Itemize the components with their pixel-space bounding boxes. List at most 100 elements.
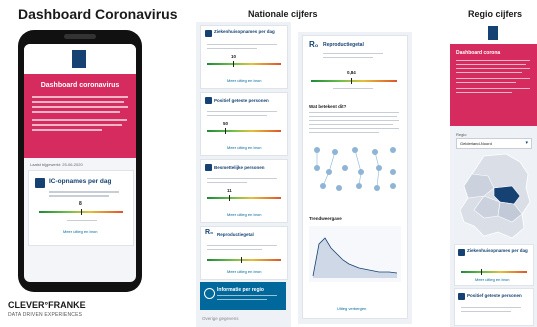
text-line	[309, 120, 399, 121]
card-title: Ziekenhuisopnames per dag	[214, 29, 275, 34]
card-title: Positief geteste personen	[214, 98, 269, 103]
hero-text-line	[456, 78, 530, 79]
text-line	[217, 299, 267, 300]
card-value: 50	[223, 121, 229, 126]
card-link[interactable]: Meer uitleg en bron	[227, 145, 261, 150]
ic-scale-marker	[81, 209, 82, 215]
card-link[interactable]: Meer uitleg en bron	[475, 277, 509, 282]
text-line	[309, 124, 393, 125]
regio-hero-title: Dashboard corona	[456, 50, 501, 56]
text-line	[207, 249, 262, 250]
text-line	[207, 182, 247, 183]
scale-marker	[351, 78, 352, 84]
phone-logo-bar	[24, 44, 136, 74]
right-title: Regio cijfers	[468, 9, 523, 19]
hero-text-line	[456, 72, 522, 73]
hero-text-line	[32, 106, 128, 108]
text-line	[207, 115, 267, 116]
wat-betekent-dit: Wat betekent dit?	[309, 104, 347, 109]
spread-illustration	[314, 147, 396, 191]
reproductie-detail-card: R₀ Reproductiegetal 0,84 Wat betekent di…	[302, 35, 408, 319]
trend-title: Trendweergave	[309, 216, 342, 221]
card-value: 11	[227, 188, 232, 193]
text-line	[49, 191, 119, 193]
info-card-title: Informatie per regio	[217, 287, 264, 293]
scale-bar	[311, 80, 397, 82]
map-pin-icon	[204, 288, 215, 299]
regio-hero: Dashboard corona	[450, 44, 537, 126]
people-icon	[205, 164, 212, 171]
overige-gegevens[interactable]: Overige gegevens	[202, 316, 239, 321]
phone-hero-title: Dashboard coronavirus	[40, 82, 120, 89]
text-line	[461, 311, 511, 312]
regio-select-value: Gelderland-Noord	[460, 141, 492, 146]
r-icon: R₀	[205, 229, 214, 236]
text-line	[309, 128, 399, 129]
clever-franke-logo: CLEVER°FRANKE	[8, 300, 86, 310]
r-icon: R₀	[309, 40, 319, 49]
text-line	[207, 48, 257, 49]
text-line	[67, 220, 97, 221]
national-right-panel: R₀ Reproductiegetal 0,84 Wat betekent di…	[298, 32, 412, 324]
rijksoverheid-logo-icon	[488, 26, 498, 40]
hospital-icon	[458, 249, 465, 256]
regio-card2-title: Positief geteste personen	[467, 293, 522, 298]
text-line	[309, 112, 399, 113]
hospital-icon	[205, 30, 212, 37]
text-line	[323, 57, 373, 58]
regio-logo-bar	[450, 22, 537, 44]
netherlands-map[interactable]	[454, 152, 534, 242]
ic-bed-icon	[35, 178, 45, 188]
hero-text-line	[32, 129, 102, 131]
regio-select[interactable]: Gelderland-Noord ▾	[456, 138, 532, 149]
ic-card-title: IC-opnames per dag	[49, 178, 112, 185]
phone-hero: Dashboard coronavirus	[24, 74, 136, 158]
national-card-reproductie: R₀ Reproductiegetal Meer uitleg en bron	[200, 226, 288, 280]
scale-bar	[207, 130, 281, 132]
ic-card-link[interactable]: Meer uitleg en bron	[63, 229, 97, 234]
chevron-down-icon: ▾	[525, 140, 528, 146]
card-value: 10	[231, 54, 237, 59]
hero-text-line	[32, 111, 120, 113]
phone-ic-card: IC-opnames per dag 8 Meer uitleg en bron	[28, 170, 134, 246]
left-title: Dashboard Coronavirus	[18, 6, 178, 22]
card-title: Reproductiegetal	[217, 232, 254, 237]
hero-text-line	[456, 92, 512, 93]
hero-text-line	[32, 101, 124, 103]
text-line	[309, 132, 379, 133]
text-line	[207, 178, 277, 179]
rijksoverheid-logo-icon	[72, 50, 86, 68]
text-line	[207, 245, 277, 246]
hero-text-line	[32, 124, 122, 126]
ic-card-value: 8	[79, 201, 82, 207]
national-card-ziekenhuis: Ziekenhuisopnames per dag 10 Meer uitleg…	[200, 25, 288, 89]
uitleg-verbergen-link[interactable]: Uitleg verbergen	[337, 306, 366, 311]
hero-text-line	[456, 60, 530, 61]
scale-marker	[481, 269, 482, 275]
middle-title: Nationale cijfers	[248, 9, 318, 19]
hero-text-line	[456, 64, 526, 65]
card-link[interactable]: Meer uitleg en bron	[227, 269, 261, 274]
text-line	[461, 307, 521, 308]
scale-bar	[207, 259, 281, 261]
card-link[interactable]: Meer uitleg en bron	[227, 78, 261, 83]
detail-title: Reproductiegetal	[323, 42, 364, 48]
virus-icon	[458, 293, 465, 300]
scale-marker	[233, 61, 234, 67]
regio-select-label: Regio	[456, 132, 467, 137]
trend-chart	[309, 226, 401, 282]
card-link[interactable]: Meer uitleg en bron	[227, 212, 261, 217]
scale-bar	[207, 197, 281, 199]
hero-text-line	[32, 96, 128, 98]
clever-franke-tagline: DATA DRIVEN EXPERIENCES	[8, 312, 83, 318]
regio-card-ziekenhuis: Ziekenhuisopnames per dag Meer uitleg en…	[454, 244, 534, 286]
text-line	[217, 295, 277, 296]
hero-text-line	[456, 82, 516, 83]
national-card-besmettelijk: Besmettelijke personen 11 Meer uitleg en…	[200, 159, 288, 223]
scale-bar	[207, 63, 281, 65]
regio-card1-title: Ziekenhuisopnames per dag	[467, 248, 528, 253]
info-per-regio-card[interactable]: Informatie per regio	[200, 282, 286, 310]
detail-value: 0,84	[347, 70, 356, 75]
phone-notch	[64, 34, 96, 39]
text-line	[207, 44, 277, 45]
